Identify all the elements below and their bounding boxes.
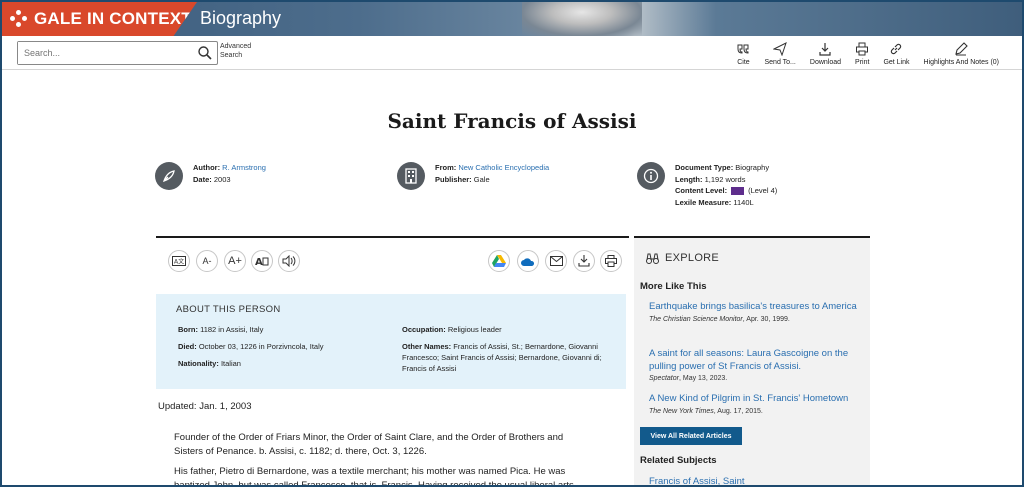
translate-icon: A文: [172, 256, 186, 266]
brand-logo[interactable]: GALE IN CONTEXT: [2, 2, 197, 36]
explore-sidebar: EXPLORE More Like This Earthquake brings…: [634, 236, 870, 485]
print-icon: [856, 42, 869, 56]
related-article-link[interactable]: Earthquake brings basilica's treasures t…: [649, 301, 864, 314]
listen-button[interactable]: [278, 250, 300, 272]
related-article: A New Kind of Pilgrim in St. Francis' Ho…: [649, 393, 864, 415]
related-subject-link[interactable]: Francis of Assisi, Saint: [649, 476, 864, 485]
font-options-icon: A: [255, 257, 269, 266]
link-icon: [891, 43, 902, 55]
document-info-meta: Document Type: Biography Length: 1,192 w…: [637, 162, 777, 208]
get-link-button[interactable]: Get Link: [876, 38, 916, 66]
nationality-field: Nationality: Italian: [178, 359, 241, 368]
quote-icon: [737, 44, 749, 54]
building-icon: [397, 162, 425, 190]
svg-text:A文: A文: [174, 258, 184, 266]
download-icon: [819, 43, 832, 56]
search-box: [17, 41, 218, 65]
related-subject: Francis of Assisi, Saint: [649, 476, 864, 485]
article-download-button[interactable]: [573, 250, 595, 272]
google-drive-button[interactable]: [488, 250, 510, 272]
related-article-link[interactable]: A New Kind of Pilgrim in St. Francis' Ho…: [649, 393, 864, 406]
binoculars-icon: [646, 253, 659, 264]
updated-date: Updated: Jan. 1, 2003: [158, 401, 252, 412]
about-this-person: ABOUT THIS PERSON Born: 1182 in Assisi, …: [156, 294, 626, 389]
view-all-related-button[interactable]: View All Related Articles: [640, 427, 742, 445]
envelope-icon: [549, 256, 563, 266]
other-names-field: Other Names: Francis of Assisi, St.; Ber…: [402, 342, 602, 373]
send-to-button[interactable]: Send To...: [757, 38, 802, 66]
advanced-search-link[interactable]: Advanced Search: [220, 42, 251, 60]
info-icon: [637, 162, 665, 190]
brand-name: GALE IN CONTEXT: [34, 9, 192, 28]
onedrive-icon: [521, 257, 535, 266]
gale-logo-icon: [10, 10, 28, 28]
print-button[interactable]: Print: [848, 38, 876, 66]
occupation-field: Occupation: Religious leader: [402, 325, 502, 334]
search-input[interactable]: [18, 42, 188, 64]
display-options-button[interactable]: A: [251, 250, 273, 272]
send-icon: [773, 42, 788, 56]
download-button[interactable]: Download: [803, 38, 848, 66]
related-article: Earthquake brings basilica's treasures t…: [649, 301, 864, 323]
related-article-link[interactable]: A saint for all seasons: Laura Gascoigne…: [649, 348, 864, 373]
died-field: Died: October 03, 1226 in Porzivncola, I…: [178, 342, 324, 351]
article-paragraph: His father, Pietro di Bernardone, was a …: [174, 466, 574, 485]
source-link[interactable]: New Catholic Encyclopedia: [458, 163, 549, 172]
source-meta: From: New Catholic Encyclopedia Publishe…: [397, 162, 549, 190]
decrease-text-button[interactable]: A-: [196, 250, 218, 272]
article-paragraph: Founder of the Order of Friars Minor, th…: [174, 432, 564, 457]
document-tools: Cite Send To... Download Print Get Link …: [729, 38, 1006, 66]
download-icon: [578, 255, 590, 267]
search-icon[interactable]: [197, 45, 213, 61]
onedrive-button[interactable]: [517, 250, 539, 272]
app-window: GALE IN CONTEXT Biography Advanced Searc…: [2, 2, 1022, 485]
translate-button[interactable]: A文: [168, 250, 190, 272]
article-divider: [156, 236, 629, 238]
article-print-button[interactable]: [600, 250, 622, 272]
cite-button[interactable]: Cite: [729, 38, 757, 66]
content-level-icon: [731, 187, 745, 196]
explore-heading: EXPLORE: [646, 252, 719, 264]
related-subjects-heading: Related Subjects: [640, 455, 717, 466]
email-button[interactable]: [545, 250, 567, 272]
product-name[interactable]: Biography: [200, 8, 281, 29]
author-link[interactable]: R. Armstrong: [222, 163, 266, 172]
author-icon: [155, 162, 183, 190]
increase-text-button[interactable]: A+: [224, 250, 246, 272]
about-heading: ABOUT THIS PERSON: [176, 304, 281, 315]
more-like-this-heading: More Like This: [640, 281, 707, 292]
toolbar: Advanced Search Cite Send To... Download…: [2, 36, 1022, 70]
header-banner: GALE IN CONTEXT Biography: [2, 2, 1022, 36]
author-meta: Author: R. Armstrong Date: 2003: [155, 162, 266, 190]
banner-image: [522, 2, 642, 36]
highlights-notes-button[interactable]: Highlights And Notes (0): [917, 38, 1006, 66]
related-article: A saint for all seasons: Laura Gascoigne…: [649, 348, 864, 382]
print-icon: [605, 255, 617, 267]
google-drive-icon: [492, 255, 506, 267]
document-title: Saint Francis of Assisi: [387, 109, 637, 133]
speaker-icon: [282, 255, 296, 267]
pen-icon: [955, 42, 969, 56]
svg-text:A: A: [255, 257, 263, 266]
born-field: Born: 1182 in Assisi, Italy: [178, 325, 264, 334]
